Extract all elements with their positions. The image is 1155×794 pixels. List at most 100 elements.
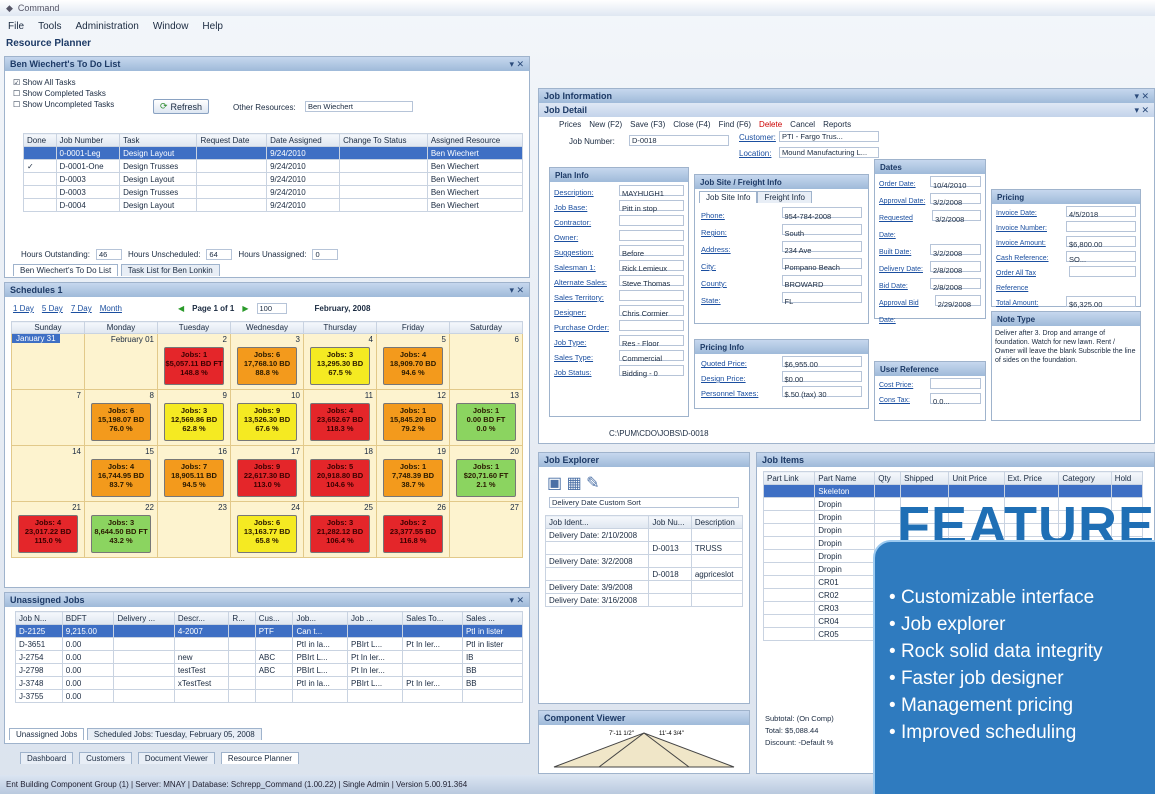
column-header[interactable]: Sales To... xyxy=(402,611,463,625)
calendar-day[interactable]: 20 Jobs: 1 $20,71.60 FT 2.1 % xyxy=(449,445,523,502)
field-label[interactable]: Sales Territory: xyxy=(554,290,604,305)
tab-dashboard[interactable]: Dashboard xyxy=(20,752,74,764)
field-label[interactable]: Delivery Date: xyxy=(879,261,923,278)
field-value[interactable]: Steve Thomas xyxy=(619,275,684,288)
field-value[interactable]: Pompano Beach xyxy=(781,258,862,272)
calendar-day[interactable]: 4 Jobs: 3 13,295.30 BD 67.5 % xyxy=(303,333,377,390)
field-label[interactable]: Quoted Price: xyxy=(701,356,747,371)
table-row[interactable]: J-2754 0.00 new ABC PBIrt L... Pt In ler... IB xyxy=(15,650,524,664)
table-row[interactable]: ✓ D-0001-One Design Trusses 9/24/2010 Ben Wi… xyxy=(23,159,524,173)
calendar-day[interactable]: 14 xyxy=(11,445,85,502)
close-button[interactable]: Close (F4) xyxy=(673,120,710,129)
field-label[interactable]: State: xyxy=(701,292,721,309)
table-row[interactable]: D-0018 agpriceslot xyxy=(544,567,744,581)
field-value[interactable] xyxy=(619,230,684,241)
calendar-day[interactable]: 26 Jobs: 2 23,377.55 BD 116.8 % xyxy=(376,501,450,558)
field-label[interactable]: Region: xyxy=(701,224,727,241)
field-label[interactable]: Invoice Date: xyxy=(996,206,1037,221)
calendar-day[interactable]: 21 Jobs: 4 23,017.22 BD 115.0 % xyxy=(11,501,85,558)
field-value[interactable] xyxy=(930,378,981,389)
field-label[interactable]: Job Status: xyxy=(554,365,592,380)
field-value[interactable] xyxy=(619,290,684,301)
calendar-day[interactable]: 22 Jobs: 3 8,644.50 BD FT 43.2 % xyxy=(84,501,158,558)
tab-freight-info[interactable]: Freight Info xyxy=(757,191,812,203)
field-label[interactable]: Cons Tax: xyxy=(879,393,910,408)
calendar-day[interactable]: 15 Jobs: 4 16,744.95 BD 83.7 % xyxy=(84,445,158,502)
job-summary-block[interactable]: Jobs: 4 23,017.22 BD 115.0 % xyxy=(18,515,78,553)
column-header[interactable]: Descr... xyxy=(173,611,230,625)
field-value[interactable]: 2/29/2008 xyxy=(934,295,981,309)
calendar-day[interactable]: 3 Jobs: 6 17,768.10 BD 88.8 % xyxy=(230,333,304,390)
column-header[interactable]: Part Link xyxy=(762,471,816,485)
job-summary-block[interactable]: Jobs: 1 $20,71.60 FT 2.1 % xyxy=(456,459,516,497)
prev-page-icon[interactable]: ◀ xyxy=(178,304,184,313)
job-summary-block[interactable]: Jobs: 9 13,526.30 BD 67.6 % xyxy=(237,403,297,441)
next-page-icon[interactable]: ▶ xyxy=(242,304,248,313)
find-button[interactable]: Find (F6) xyxy=(719,120,751,129)
explorer-toolbar-icons[interactable]: ▣ ▦ ✎ xyxy=(547,473,600,493)
calendar-day[interactable]: 19 Jobs: 1 7,748.39 BD 38.7 % xyxy=(376,445,450,502)
menu-file[interactable]: File xyxy=(8,21,24,32)
job-summary-block[interactable]: Jobs: 3 13,295.30 BD 67.5 % xyxy=(310,347,370,385)
field-label[interactable]: Order Date: xyxy=(879,176,916,193)
field-value[interactable]: BROWARD xyxy=(781,275,862,289)
menu-help[interactable]: Help xyxy=(202,21,223,32)
table-row[interactable]: J-2798 0.00 testTest ABC PBIrt L... Pt In ler… xyxy=(15,663,524,677)
table-row[interactable]: J-3748 0.00 xTestTest PtI in la... PBIrt L..… xyxy=(15,676,524,690)
calendar-day[interactable]: 2 Jobs: 1 $5,057.11 BD FT 148.8 % xyxy=(157,333,231,390)
job-summary-block[interactable]: Jobs: 1 0.00 BD FT 0.0 % xyxy=(456,403,516,441)
delete-button[interactable]: Delete xyxy=(759,120,782,129)
field-value[interactable] xyxy=(1069,266,1136,277)
column-header[interactable]: Job ... xyxy=(347,611,404,625)
column-header[interactable]: Ext. Price xyxy=(1003,471,1060,485)
location-field[interactable]: Mound Manufacturing L... xyxy=(779,147,879,158)
view-1-day[interactable]: 1 Day xyxy=(13,304,34,313)
field-label[interactable]: County: xyxy=(701,275,727,292)
field-value[interactable]: $6,955.00 xyxy=(781,356,862,369)
calendar-day[interactable]: 10 Jobs: 9 13,526.30 BD 67.6 % xyxy=(230,389,304,446)
field-label[interactable]: Cash Reference: xyxy=(996,251,1049,266)
table-row[interactable]: Delivery Date: 3/9/2008 xyxy=(544,580,744,594)
table-row[interactable]: Delivery Date: 2/10/2008 xyxy=(544,528,744,542)
explorer-filter[interactable]: Delivery Date Custom Sort xyxy=(549,497,739,508)
customer-label[interactable]: Customer: xyxy=(739,133,776,142)
calendar-day[interactable]: February 01 xyxy=(84,333,158,390)
show-all-option[interactable]: ☑ Show All Tasks xyxy=(13,77,114,88)
field-label[interactable]: Order All Tax Reference xyxy=(996,266,1066,296)
job-summary-block[interactable]: Jobs: 1 15,845.20 BD 79.2 % xyxy=(383,403,443,441)
menu-window[interactable]: Window xyxy=(153,21,189,32)
column-header[interactable]: Description xyxy=(690,515,744,529)
column-header[interactable]: Part Name xyxy=(814,471,876,485)
table-row[interactable]: D-0003 Design Trusses 9/24/2010 Ben Wiecher… xyxy=(23,185,524,199)
tab-document-viewer[interactable]: Document Viewer xyxy=(137,752,215,764)
table-row[interactable]: J-3755 0.00 xyxy=(15,689,524,703)
column-header[interactable]: Sales ... xyxy=(461,611,524,625)
field-value[interactable]: $.50 (tax) 30 xyxy=(781,386,862,399)
job-summary-block[interactable]: Jobs: 3 21,282.12 BD 106.4 % xyxy=(310,515,370,553)
field-label[interactable]: Description: xyxy=(554,185,594,200)
show-completed-option[interactable]: ☐ Show Completed Tasks xyxy=(13,88,114,99)
tab-task-list[interactable]: Task List for Ben Lonkin xyxy=(120,264,220,276)
field-label[interactable]: Job Type: xyxy=(554,335,586,350)
job-summary-block[interactable]: Jobs: 7 18,905.11 BD 94.5 % xyxy=(164,459,224,497)
calendar-day[interactable]: 9 Jobs: 3 12,569.86 BD 62.8 % xyxy=(157,389,231,446)
col-request-date[interactable]: Request Date xyxy=(196,133,268,147)
table-row[interactable]: D-2125 9,215.00 4-2007 PTF Can t... PtI in li… xyxy=(15,624,524,638)
column-header[interactable]: Qty xyxy=(874,471,902,485)
field-label[interactable]: Designer: xyxy=(554,305,586,320)
customer-field[interactable]: PTI - Fargo Trus... xyxy=(779,131,879,142)
job-summary-block[interactable]: Jobs: 6 17,768.10 BD 88.8 % xyxy=(237,347,297,385)
table-row[interactable]: D-0003 Design Layout 9/24/2010 Ben Wiechert xyxy=(23,172,524,186)
calendar-day[interactable]: January 31 xyxy=(11,333,85,390)
field-label[interactable]: Total Amount: xyxy=(996,296,1038,311)
calendar-day[interactable]: 5 Jobs: 4 18,909.70 BD 94.6 % xyxy=(376,333,450,390)
field-value[interactable]: South xyxy=(781,224,862,238)
field-label[interactable]: Owner: xyxy=(554,230,578,245)
calendar-day[interactable]: 6 xyxy=(449,333,523,390)
tab-customers[interactable]: Customers xyxy=(79,752,132,764)
field-label[interactable]: City: xyxy=(701,258,716,275)
calendar-day[interactable]: 13 Jobs: 1 0.00 BD FT 0.0 % xyxy=(449,389,523,446)
field-label[interactable]: Purchase Order: xyxy=(554,320,609,335)
field-value[interactable]: SO... xyxy=(1066,251,1136,264)
field-label[interactable]: Job Base: xyxy=(554,200,587,215)
